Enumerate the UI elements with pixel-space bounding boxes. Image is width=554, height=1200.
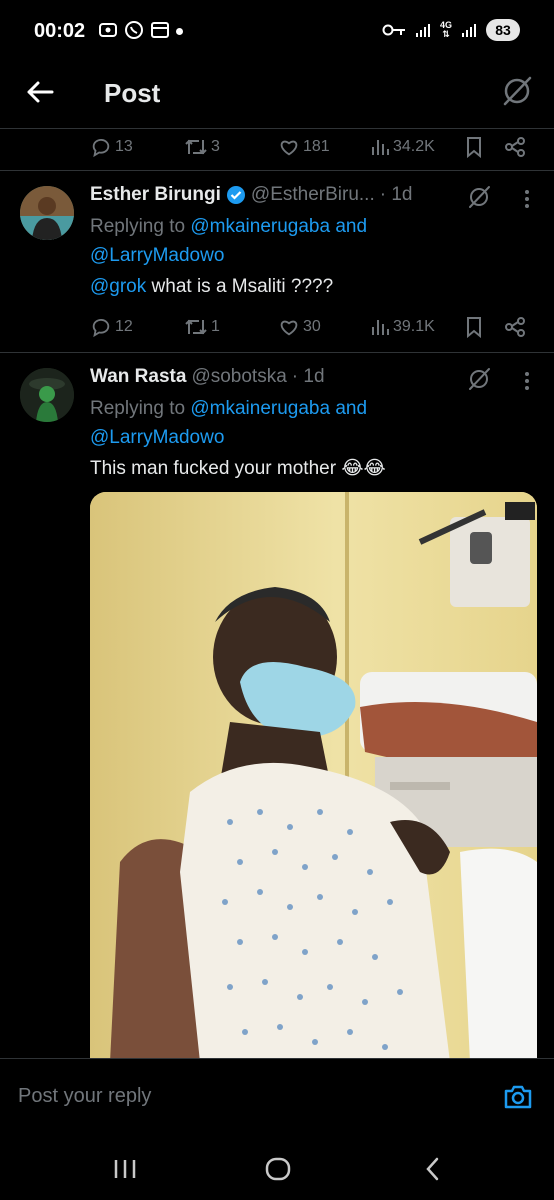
recents-icon [114, 1160, 136, 1178]
repost-icon [185, 319, 207, 335]
tweet-text: This man fucked your mother 😂😂 [90, 458, 386, 479]
like-count: 181 [303, 138, 330, 155]
mention-link[interactable]: @grok [90, 276, 146, 297]
views-count: 34.2K [393, 138, 435, 155]
share-icon [505, 317, 525, 337]
avatar-image [20, 186, 74, 240]
repost-button[interactable]: 1 [184, 312, 220, 342]
views-icon [372, 140, 389, 155]
system-back-button[interactable] [418, 1154, 448, 1184]
status-bar: 00:02 4G ⇅ 83 [0, 0, 554, 62]
reply-icon [92, 318, 110, 338]
repost-count: 1 [211, 318, 220, 335]
tweet-actions: 12 1 30 39.1K [90, 312, 530, 342]
recent-apps-button[interactable] [110, 1154, 140, 1184]
back-button[interactable] [22, 74, 58, 110]
views-button[interactable]: 34.2K [370, 132, 435, 162]
page-title: Post [104, 78, 161, 108]
mention-link[interactable]: @LarryMadowo [90, 427, 224, 448]
screen-record-icon [99, 23, 117, 37]
top-header: Post [0, 62, 554, 124]
display-name[interactable]: Wan Rasta [90, 366, 186, 388]
reply-count: 13 [115, 138, 133, 155]
photo-clinic-room [90, 492, 537, 1062]
views-button[interactable]: 39.1K [370, 312, 435, 342]
whatsapp-icon [125, 21, 143, 39]
repost-icon [185, 139, 207, 155]
notification-dot [176, 28, 183, 35]
heart-icon [280, 320, 298, 336]
tweet-header: Esther Birungi @EstherBiru... · 1d [90, 184, 484, 206]
views-count: 39.1K [393, 318, 435, 335]
reply-icon [92, 138, 110, 158]
bookmark-icon [467, 137, 481, 158]
repost-button[interactable]: 3 [184, 132, 220, 162]
battery-indicator: 83 [486, 19, 520, 41]
more-options-button[interactable] [522, 370, 532, 397]
user-handle[interactable]: @sobotska [191, 366, 286, 388]
mention-link[interactable]: @mkainerugaba [190, 216, 330, 237]
like-button[interactable]: 30 [278, 312, 321, 342]
back-arrow-icon [27, 81, 54, 103]
avatar-image [20, 368, 74, 422]
grok-button[interactable] [466, 184, 492, 210]
tweet-text: @grok what is a Msaliti ???? [90, 276, 334, 297]
views-icon [372, 320, 389, 335]
like-button[interactable]: 181 [278, 132, 330, 162]
calendar-icon [151, 22, 169, 38]
reply-count: 12 [115, 318, 133, 335]
share-button[interactable] [504, 312, 526, 342]
reply-button[interactable]: 13 [90, 132, 133, 162]
tweet-esther-birungi[interactable]: Esther Birungi @EstherBiru... · 1d Reply… [0, 170, 554, 352]
verified-badge-icon [226, 186, 245, 204]
bookmark-icon [467, 317, 481, 338]
status-time: 00:02 [34, 20, 86, 42]
network-type: 4G ⇅ [439, 20, 452, 39]
camera-icon [504, 1085, 532, 1109]
home-icon [265, 1157, 291, 1181]
reply-button[interactable]: 12 [90, 312, 133, 342]
tweet-time: · 1d [291, 366, 325, 387]
bookmark-button[interactable] [464, 132, 484, 162]
more-vertical-icon [525, 372, 529, 390]
bookmark-button[interactable] [464, 312, 484, 342]
heart-icon [280, 140, 298, 156]
tweet-header: Wan Rasta @sobotska · 1d [90, 366, 484, 388]
camera-button[interactable] [502, 1081, 534, 1113]
signal-icon-2 [462, 24, 476, 37]
tweet-time: · 1d [379, 184, 413, 205]
back-chevron-icon [426, 1157, 439, 1181]
replying-to: Replying to @mkainerugaba and @LarryMadow… [90, 398, 368, 448]
grok-icon [469, 186, 490, 208]
more-vertical-icon [525, 190, 529, 208]
notification-icons [98, 20, 170, 40]
like-count: 30 [303, 318, 321, 335]
home-button[interactable] [263, 1154, 293, 1184]
share-button[interactable] [504, 132, 526, 162]
reply-input[interactable]: Post your reply [18, 1085, 151, 1108]
previous-tweet-actions: 13 3 181 34.2K [90, 132, 530, 162]
share-icon [505, 137, 525, 157]
grok-icon [469, 368, 490, 390]
replying-to: Replying to @mkainerugaba and @LarryMadow… [90, 216, 368, 266]
header-divider [0, 128, 554, 129]
signal-icon [415, 24, 430, 37]
reply-bar: Post your reply [0, 1058, 554, 1136]
user-handle[interactable]: @EstherBiru... [251, 184, 375, 206]
more-options-button[interactable] [522, 188, 532, 215]
avatar[interactable] [20, 368, 74, 422]
grok-button[interactable] [500, 74, 534, 108]
key-icon [382, 24, 405, 36]
grok-button[interactable] [466, 366, 492, 392]
repost-count: 3 [211, 138, 220, 155]
mention-link[interactable]: @LarryMadowo [90, 245, 224, 266]
grok-icon [503, 76, 532, 106]
status-right: 4G ⇅ 83 [382, 19, 520, 41]
avatar[interactable] [20, 186, 74, 240]
system-nav-bar [0, 1136, 554, 1200]
mention-link[interactable]: @mkainerugaba [190, 398, 330, 419]
tweet-image[interactable] [90, 492, 537, 1062]
display-name[interactable]: Esther Birungi [90, 184, 221, 206]
